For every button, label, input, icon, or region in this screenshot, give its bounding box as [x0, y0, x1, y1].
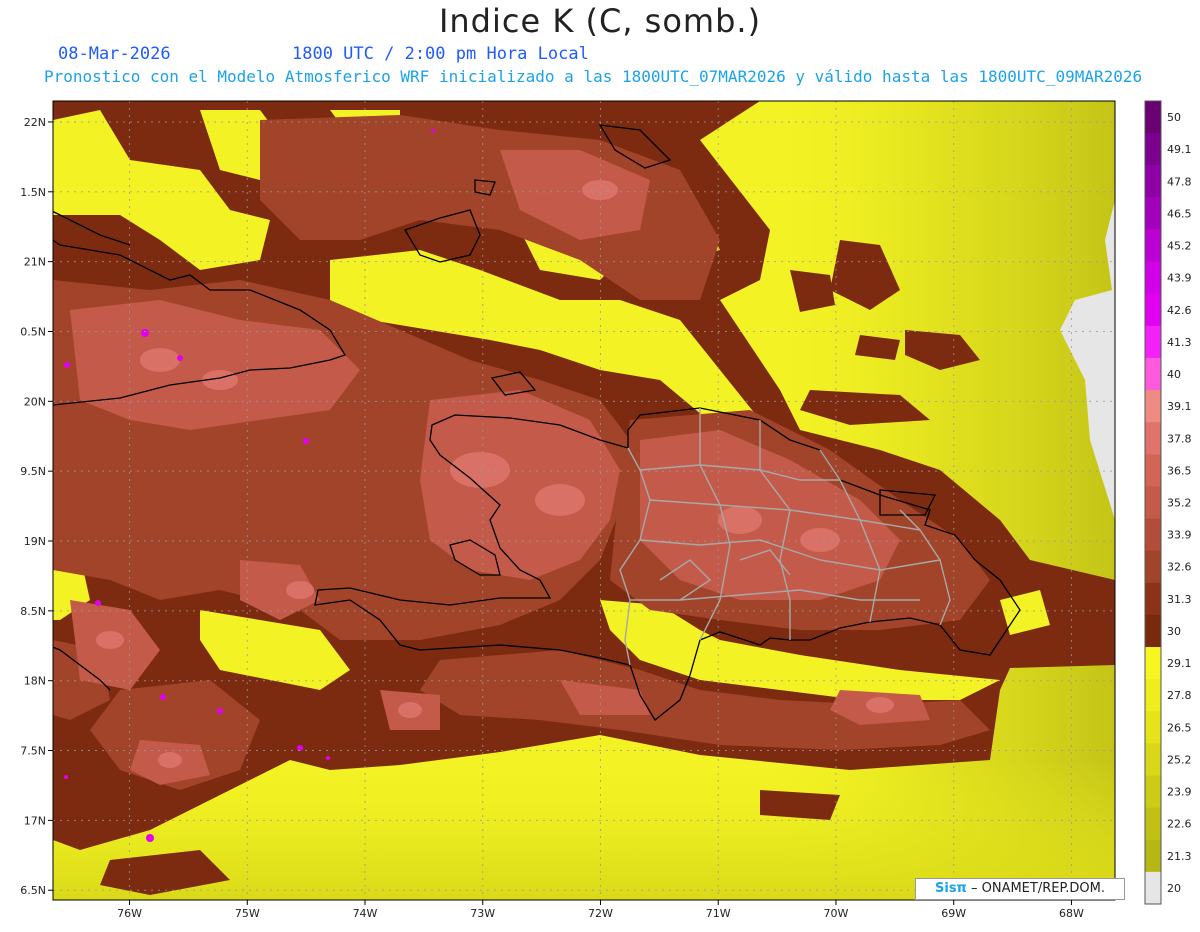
- longitude-axis: 76W 75W 74W 73W 72W 71W 70W 69W 68W: [117, 900, 1084, 920]
- color-swatch: [1145, 679, 1161, 712]
- lat-tick-label: 1.5N: [20, 186, 46, 199]
- lon-tick-label: 73W: [470, 907, 495, 920]
- lon-tick-label: 69W: [941, 907, 966, 920]
- color-swatch: [1145, 101, 1161, 134]
- color-swatch: [1145, 743, 1161, 777]
- color-swatch: [1145, 711, 1161, 744]
- color-swatch: [1145, 582, 1161, 616]
- color-swatch: [1145, 807, 1161, 841]
- color-swatch: [1145, 229, 1161, 263]
- color-level-label: 46.5: [1167, 207, 1192, 220]
- color-level-label: 21.3: [1167, 850, 1192, 863]
- color-swatch: [1145, 133, 1161, 166]
- color-level-label: 50: [1167, 111, 1181, 124]
- map-panel: 76W 75W 74W 73W 72W 71W 70W 69W 68W 22N 1.5N 21N 0.…: [0, 0, 1200, 927]
- credit-box: Sisπ – ONAMET/REP.DOM.: [915, 878, 1125, 900]
- color-level-label: 47.8: [1167, 175, 1192, 188]
- lat-tick-label: 21N: [24, 256, 46, 269]
- color-swatch: [1145, 357, 1161, 391]
- lat-tick-label: 18N: [24, 675, 46, 688]
- color-swatch: [1145, 422, 1161, 455]
- color-swatch: [1145, 454, 1161, 487]
- color-level-label: 20: [1167, 882, 1181, 895]
- color-level-label: 30: [1167, 625, 1181, 638]
- color-level-label: 45.2: [1167, 240, 1192, 253]
- color-level-label: 31.3: [1167, 593, 1192, 606]
- k-index-map: 76W 75W 74W 73W 72W 71W 70W 69W 68W 22N 1.5N 21N 0.…: [20, 100, 1192, 920]
- color-swatch: [1145, 614, 1161, 648]
- lon-tick-label: 71W: [706, 907, 731, 920]
- color-level-label: 27.8: [1167, 689, 1192, 702]
- lon-tick-label: 76W: [117, 907, 142, 920]
- shaded-field: [53, 101, 1115, 900]
- lat-tick-label: 8.5N: [20, 605, 46, 618]
- lat-tick-label: 6.5N: [20, 884, 46, 897]
- lon-tick-label: 70W: [824, 907, 849, 920]
- color-swatch: [1145, 293, 1161, 327]
- color-swatch: [1145, 486, 1161, 520]
- color-level-label: 40: [1167, 368, 1181, 381]
- color-level-label: 26.5: [1167, 721, 1192, 734]
- color-swatch: [1145, 839, 1161, 873]
- lat-tick-label: 19N: [24, 535, 46, 548]
- credit-text: – ONAMET/REP.DOM.: [966, 881, 1105, 896]
- color-swatch: [1145, 197, 1161, 230]
- lat-tick-label: 22N: [24, 116, 46, 129]
- lon-tick-label: 68W: [1059, 907, 1084, 920]
- color-level-label: 22.6: [1167, 818, 1192, 831]
- color-level-label: 35.2: [1167, 497, 1192, 510]
- color-legend: 50 49.1 47.8 46.5 45.2 43.9 42.6 41.3 40 39.1 37.8…: [1144, 100, 1192, 905]
- color-level-label: 43.9: [1167, 272, 1192, 285]
- color-level-label: 49.1: [1167, 143, 1192, 156]
- lon-tick-label: 72W: [588, 907, 613, 920]
- brand-logo: Sisπ: [935, 881, 967, 896]
- color-level-label: 39.1: [1167, 400, 1192, 413]
- lat-tick-label: 20N: [24, 395, 46, 408]
- color-level-label: 23.9: [1167, 786, 1192, 799]
- color-level-label: 42.6: [1167, 304, 1192, 317]
- color-swatch: [1145, 518, 1161, 552]
- color-level-label: 36.5: [1167, 464, 1192, 477]
- color-swatch: [1145, 550, 1161, 584]
- color-swatch: [1145, 165, 1161, 198]
- color-level-label: 37.8: [1167, 432, 1192, 445]
- color-swatch: [1145, 390, 1161, 423]
- color-swatch: [1145, 261, 1161, 295]
- lat-tick-label: 9.5N: [20, 465, 46, 478]
- color-swatch: [1145, 871, 1161, 905]
- lat-tick-label: 0.5N: [20, 325, 46, 338]
- color-level-label: 25.2: [1167, 753, 1192, 766]
- color-swatch: [1145, 647, 1161, 680]
- color-level-label: 32.6: [1167, 561, 1192, 574]
- lon-tick-label: 74W: [353, 907, 378, 920]
- latitude-axis: 22N 1.5N 21N 0.5N 20N 9.5N 19N 8.5N 18N 7.5N 17N 6.…: [20, 116, 53, 897]
- color-level-label: 29.1: [1167, 657, 1192, 670]
- lat-tick-label: 17N: [24, 814, 46, 827]
- color-swatch: [1145, 325, 1161, 359]
- lat-tick-label: 7.5N: [20, 745, 46, 758]
- lon-tick-label: 75W: [235, 907, 260, 920]
- color-swatch: [1145, 775, 1161, 809]
- color-level-label: 33.9: [1167, 529, 1192, 542]
- color-level-label: 41.3: [1167, 336, 1192, 349]
